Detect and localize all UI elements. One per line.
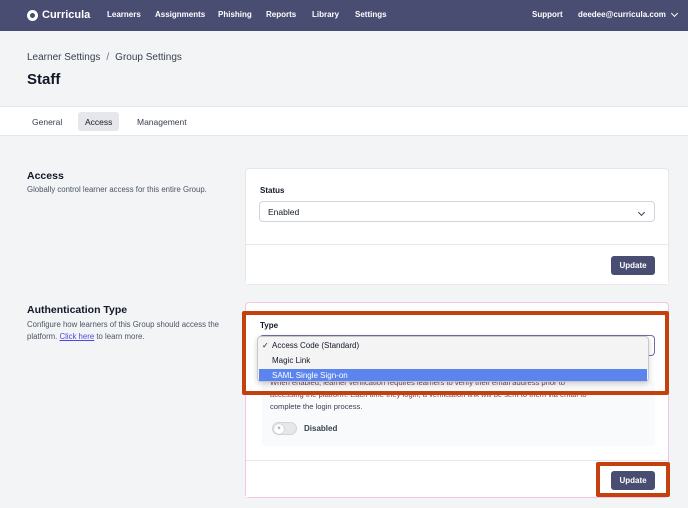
breadcrumb-group-settings[interactable]: Group Settings — [115, 52, 182, 63]
breadcrumb: Learner Settings / Group Settings — [27, 52, 182, 63]
status-select[interactable]: Enabled — [259, 201, 655, 222]
breadcrumb-separator: / — [106, 52, 110, 63]
auth-section-title: Authentication Type — [27, 304, 128, 316]
user-email: deedee@curricula.com — [578, 10, 666, 19]
tab-management[interactable]: Management — [130, 112, 194, 131]
annotation-highlight-update — [596, 462, 670, 497]
access-section-title: Access — [27, 170, 64, 182]
click-here-link[interactable]: Click here — [60, 332, 95, 341]
tabs-bar: General Access Management — [0, 107, 688, 136]
status-select-value: Enabled — [268, 206, 300, 217]
curricula-logo[interactable]: Curricula — [27, 9, 90, 21]
chevron-down-icon — [637, 208, 646, 217]
chevron-down-icon — [670, 9, 678, 17]
status-label: Status — [260, 186, 285, 195]
brand-name: Curricula — [42, 9, 91, 21]
auth-description-suffix: to learn more. — [94, 332, 145, 341]
nav-learners[interactable]: Learners — [107, 10, 141, 19]
user-menu[interactable]: deedee@curricula.com — [578, 9, 678, 19]
close-icon: × — [274, 424, 284, 434]
access-update-button[interactable]: Update — [611, 256, 655, 275]
top-nav: Curricula Learners Assignments Phishing … — [0, 0, 688, 31]
access-card — [245, 168, 669, 285]
tab-access[interactable]: Access — [78, 112, 120, 131]
toggle-state-label: Disabled — [304, 424, 338, 433]
nav-support[interactable]: Support — [532, 10, 563, 19]
nav-library[interactable]: Library — [312, 10, 339, 19]
breadcrumb-learner-settings[interactable]: Learner Settings — [27, 52, 100, 63]
page-title: Staff — [27, 71, 61, 88]
verification-hint-line-3: complete the login process. — [270, 402, 363, 411]
tab-general[interactable]: General — [25, 112, 69, 131]
auth-section-description: Configure how learners of this Group sho… — [27, 319, 237, 343]
nav-assignments[interactable]: Assignments — [155, 10, 205, 19]
annotation-highlight-type — [242, 311, 669, 395]
nav-phishing[interactable]: Phishing — [218, 10, 252, 19]
nav-settings[interactable]: Settings — [355, 10, 387, 19]
page-header: Learner Settings / Group Settings Staff — [0, 31, 688, 107]
access-section-description: Globally control learner access for this… — [27, 185, 207, 194]
verification-toggle[interactable]: × — [272, 422, 297, 435]
nav-reports[interactable]: Reports — [266, 10, 296, 19]
curricula-logo-icon — [27, 9, 38, 21]
access-card-footer — [246, 244, 668, 284]
